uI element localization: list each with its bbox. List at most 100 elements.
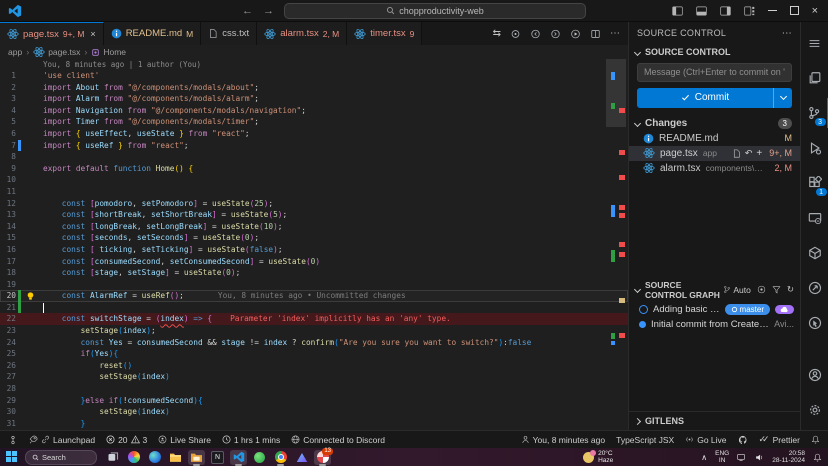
nav-forward-icon[interactable]: →: [263, 5, 274, 17]
more-actions-icon[interactable]: ⋯: [782, 28, 792, 39]
taskbar-task-view-icon[interactable]: [104, 450, 121, 465]
scm-change-alarm.tsx[interactable]: alarm.tsxcomponents\modals2, M: [629, 161, 800, 176]
taskbar-clock[interactable]: 20:58 28-11-2024: [772, 450, 805, 464]
source-control-section-header[interactable]: SOURCE CONTROL: [629, 44, 800, 60]
status-go-live[interactable]: Go Live: [685, 435, 726, 445]
taskbar-file-explorer-icon[interactable]: [167, 450, 184, 465]
status-you-8-minutes-ago[interactable]: You, 8 minutes ago: [521, 435, 605, 445]
nav-back-icon[interactable]: ←: [242, 5, 253, 17]
graph-commit-row[interactable]: Initial commit from Create Next AppAvi..…: [629, 317, 800, 332]
status-gitlens[interactable]: [8, 435, 18, 445]
taskbar-search[interactable]: Search: [25, 450, 97, 465]
lightbulb-icon[interactable]: [26, 291, 35, 301]
toggle-panel-icon[interactable]: [696, 6, 707, 16]
filter-icon[interactable]: [772, 285, 781, 294]
maximize-button[interactable]: [790, 6, 799, 15]
refresh-icon[interactable]: ↻: [787, 284, 794, 295]
status-github[interactable]: [738, 435, 748, 445]
taskbar-triangle-app-icon[interactable]: [293, 450, 310, 465]
status-bell[interactable]: [811, 435, 820, 444]
stage-changes-icon[interactable]: +: [756, 148, 762, 159]
taskbar-copilot-icon[interactable]: [125, 450, 142, 465]
status-connected-to-discord[interactable]: Connected to Discord: [291, 435, 385, 445]
run-code-icon[interactable]: [570, 29, 581, 39]
close-button[interactable]: ×: [812, 5, 818, 17]
scm-change-README.md[interactable]: README.mdM: [629, 131, 800, 146]
more-actions-icon[interactable]: ⋯: [610, 28, 620, 39]
scm-change-page.tsx[interactable]: page.tsxapp↶+9+, M: [629, 146, 800, 161]
breadcrumb-item-page.tsx[interactable]: page.tsx: [33, 46, 80, 58]
activity-extensions-icon[interactable]: 1: [802, 168, 828, 198]
graph-section-header[interactable]: SOURCE CONTROL GRAPH Auto ↻: [629, 278, 800, 302]
previous-change-icon[interactable]: [530, 29, 541, 39]
line-number: 7: [0, 140, 16, 152]
badge: 1: [816, 188, 827, 196]
graph-commit-row[interactable]: Adding basic structure a...master: [629, 302, 800, 317]
taskbar-project-folder-icon[interactable]: [188, 450, 205, 465]
taskbar-green-app-icon[interactable]: [251, 450, 268, 465]
taskbar-edge-icon[interactable]: [146, 450, 163, 465]
changes-section-header[interactable]: Changes 3: [629, 116, 800, 131]
close-tab-icon[interactable]: ×: [90, 29, 95, 39]
activity-accounts-icon[interactable]: [802, 360, 828, 390]
open-file-icon[interactable]: [732, 149, 741, 158]
taskbar-notepad-icon[interactable]: N: [209, 450, 226, 465]
split-editor-icon[interactable]: [590, 29, 601, 39]
taskbar-chrome-icon[interactable]: [272, 450, 289, 465]
activity-settings-icon[interactable]: [802, 395, 828, 425]
toggle-sidebar-right-icon[interactable]: [720, 6, 731, 16]
activity-menu-icon[interactable]: [802, 28, 828, 58]
status-1-hrs-1-mins[interactable]: 1 hrs 1 mins: [222, 435, 280, 445]
code-editor[interactable]: You, 8 minutes ago | 1 author (You)1​'us…: [0, 59, 628, 430]
tab-alarm.tsx[interactable]: alarm.tsx2, M: [257, 22, 347, 45]
status-prettier[interactable]: ✓✓Prettier: [759, 434, 801, 445]
tab-css.txt[interactable]: css.txt: [201, 22, 257, 45]
status-live-share[interactable]: Live Share: [158, 435, 211, 445]
tray-volume-icon[interactable]: [755, 453, 764, 462]
language-indicator[interactable]: ENG IN: [715, 450, 729, 464]
activity-remote-explorer-icon[interactable]: [802, 203, 828, 233]
breadcrumb-item-app[interactable]: app: [8, 47, 22, 57]
branch-auto-picker[interactable]: Auto: [723, 285, 751, 295]
scrollbar-slider[interactable]: [606, 59, 626, 127]
status-20[interactable]: 203: [106, 435, 147, 445]
status-launchpad[interactable]: Launchpad: [29, 435, 95, 445]
bell-icon: [811, 435, 820, 444]
clock-icon: [222, 435, 231, 444]
codelens-annotation[interactable]: You, 8 minutes ago | 1 author (You): [0, 59, 628, 70]
commit-button[interactable]: Commit: [637, 88, 792, 108]
taskbar-vscode-icon[interactable]: [230, 450, 247, 465]
activity-pointer-extension-icon[interactable]: [802, 308, 828, 338]
command-center-search[interactable]: chopproductivity-web: [284, 3, 586, 19]
gitlens-section-header[interactable]: GITLENS: [629, 411, 800, 430]
tab-timer.tsx[interactable]: timer.tsx9: [347, 22, 422, 45]
activity-run-debug-icon[interactable]: [802, 133, 828, 163]
notification-bell-icon[interactable]: [813, 453, 822, 462]
customize-layout-icon[interactable]: [744, 6, 755, 16]
taskbar-red-app-icon[interactable]: 13: [314, 450, 331, 465]
toggle-sidebar-left-icon[interactable]: [672, 6, 683, 16]
weather-widget[interactable]: 20°C Haze: [583, 450, 613, 464]
error-icon: [106, 435, 115, 444]
activity-explorer-icon[interactable]: [802, 63, 828, 93]
open-changes-icon[interactable]: ⇆: [493, 28, 501, 39]
tab-page.tsx[interactable]: page.tsx9+, M×: [0, 22, 104, 45]
tab-README.md[interactable]: README.mdM: [104, 22, 202, 45]
status-bar: Launchpad 203 Live Share 1 hrs 1 mins Connec…: [0, 430, 828, 448]
start-button[interactable]: [6, 451, 18, 463]
tray-overflow-caret[interactable]: ∧: [701, 453, 707, 462]
commit-message-input[interactable]: [637, 63, 792, 82]
discard-changes-icon[interactable]: ↶: [745, 148, 753, 159]
activity-live-share-icon[interactable]: [802, 273, 828, 303]
gitlens-compare-icon[interactable]: [510, 29, 521, 39]
breadcrumb-item-Home[interactable]: Home: [91, 47, 126, 57]
activity-source-control-icon[interactable]: 3: [801, 98, 828, 128]
minimize-button[interactable]: [768, 10, 777, 11]
activity-cube-extension-icon[interactable]: [802, 238, 828, 268]
commit-dropdown[interactable]: [773, 88, 792, 108]
tray-network-icon[interactable]: [737, 453, 747, 462]
target-icon[interactable]: [757, 285, 766, 294]
status-typescript-jsx[interactable]: TypeScript JSX: [616, 435, 674, 445]
next-change-icon[interactable]: [550, 29, 561, 39]
code-line-4: 4​import Navigation from "@/components/m…: [0, 105, 628, 117]
